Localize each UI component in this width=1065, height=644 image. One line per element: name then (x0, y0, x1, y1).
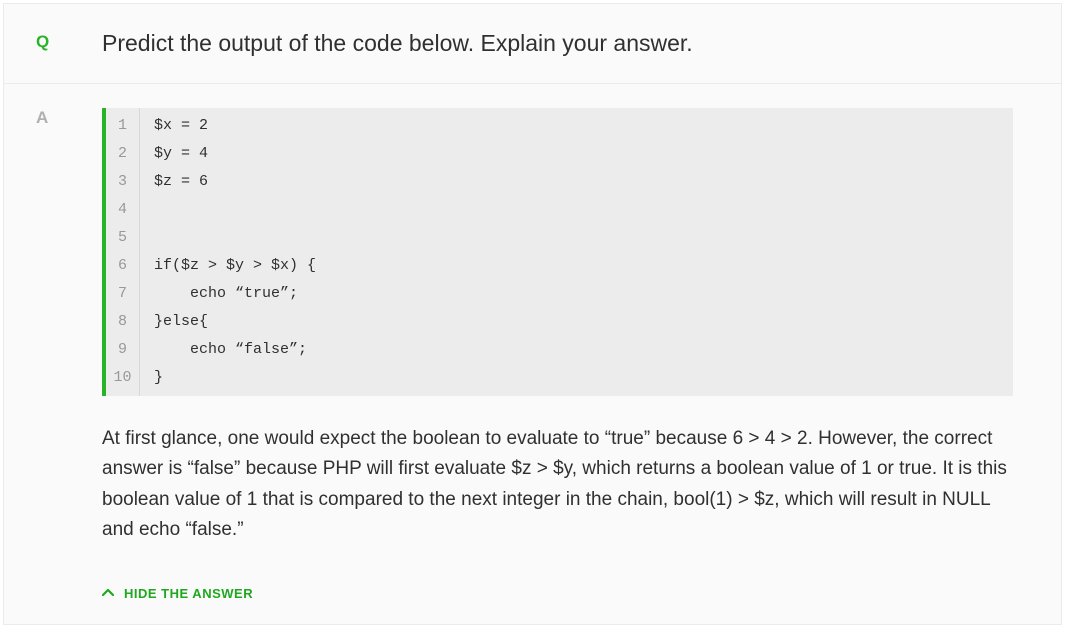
code-line: }else{ (154, 308, 1013, 336)
code-line: $y = 4 (154, 140, 1013, 168)
answer-content: 12345678910 $x = 2$y = 4$z = 6 if($z > $… (102, 84, 1061, 624)
line-number: 8 (106, 308, 139, 336)
line-number-gutter: 12345678910 (106, 108, 140, 396)
code-line: } (154, 364, 1013, 392)
answer-badge: A (36, 108, 49, 127)
code-block: 12345678910 $x = 2$y = 4$z = 6 if($z > $… (102, 108, 1013, 396)
question-badge: Q (36, 32, 50, 51)
line-number: 9 (106, 336, 139, 364)
hide-answer-button[interactable]: HIDE THE ANSWER (102, 586, 253, 601)
code-line: $z = 6 (154, 168, 1013, 196)
answer-explanation: At first glance, one would expect the bo… (102, 424, 1013, 546)
line-number: 5 (106, 224, 139, 252)
line-number: 4 (106, 196, 139, 224)
hide-answer-label: HIDE THE ANSWER (124, 586, 253, 601)
code-line: $x = 2 (154, 112, 1013, 140)
code-line: echo “false”; (154, 336, 1013, 364)
chevron-up-icon (102, 587, 114, 599)
line-number: 6 (106, 252, 139, 280)
line-number: 3 (106, 168, 139, 196)
question-row: Q Predict the output of the code below. … (4, 4, 1061, 83)
answer-row: A 12345678910 $x = 2$y = 4$z = 6 if($z >… (4, 83, 1061, 624)
code-line (154, 196, 1013, 224)
badge-col: A (4, 84, 102, 624)
line-number: 2 (106, 140, 139, 168)
qa-card: Q Predict the output of the code below. … (3, 3, 1062, 625)
code-line: if($z > $y > $x) { (154, 252, 1013, 280)
code-line (154, 224, 1013, 252)
code-line: echo “true”; (154, 280, 1013, 308)
badge-col: Q (4, 4, 102, 83)
line-number: 7 (106, 280, 139, 308)
line-number: 10 (106, 364, 139, 392)
question-text: Predict the output of the code below. Ex… (102, 28, 1013, 59)
code-lines: $x = 2$y = 4$z = 6 if($z > $y > $x) { ec… (140, 108, 1013, 396)
question-content: Predict the output of the code below. Ex… (102, 4, 1061, 83)
line-number: 1 (106, 112, 139, 140)
